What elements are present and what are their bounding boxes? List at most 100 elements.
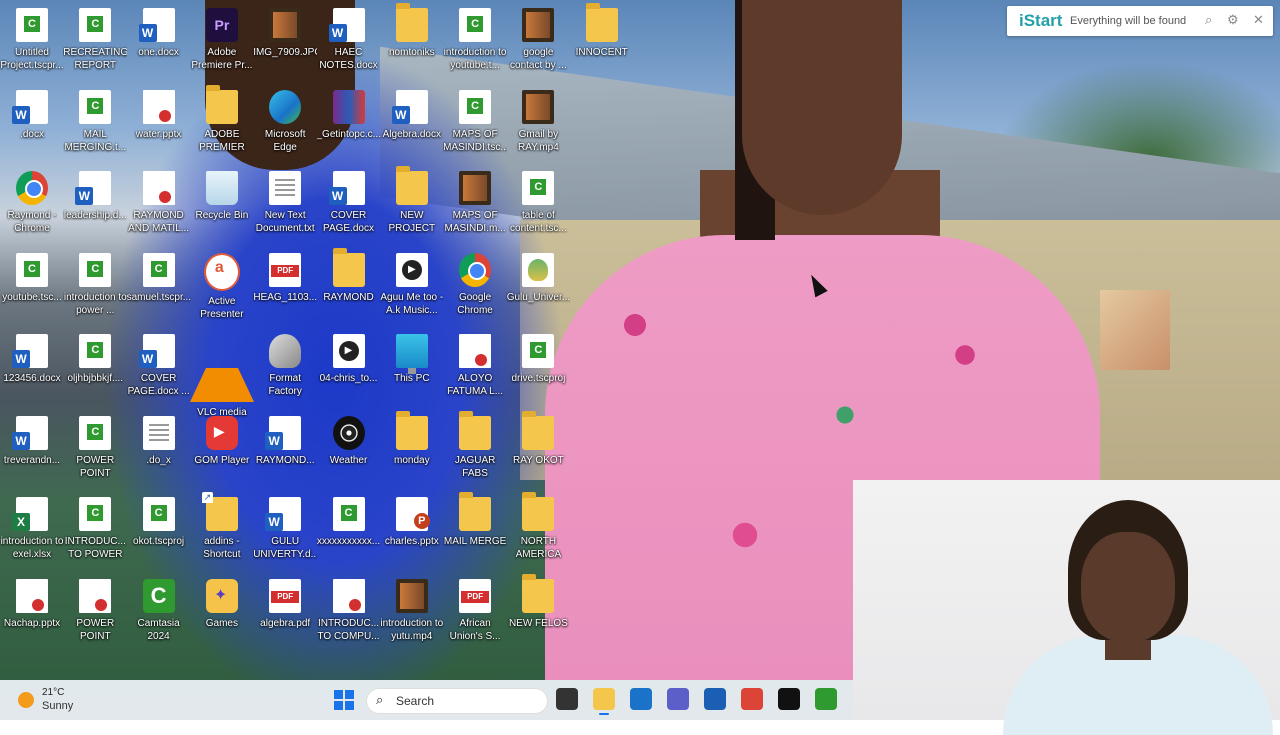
search-icon[interactable]: ⌕ (1205, 12, 1212, 28)
start-button[interactable] (334, 690, 354, 710)
desktop-icon[interactable]: ALOYO FATUMA L... (443, 330, 507, 406)
desktop-icon[interactable]: COVER PAGE.docx (317, 167, 381, 243)
desktop-icon[interactable]: introduction to power ... (63, 249, 127, 325)
weather-widget[interactable]: 21°C Sunny (16, 686, 106, 716)
desktop-icon[interactable]: Weather (317, 412, 381, 488)
desktop-icon-label: This PC (394, 373, 430, 384)
desktop-icon[interactable]: MAIL MERGE (443, 492, 507, 569)
desktop-icon[interactable]: algebra.pdf (253, 575, 317, 651)
desktop-icon[interactable]: treverandn... (0, 412, 64, 488)
desktop-icon[interactable]: ADOBE PREMIER PRO (190, 84, 254, 162)
desktop-icon[interactable]: This PC (380, 330, 444, 406)
desktop-icon[interactable]: GULU UNIVERTY.d... (253, 493, 317, 569)
desktop-icon[interactable]: African Union's S... (443, 575, 507, 651)
gear-icon[interactable]: ⚙ (1227, 12, 1239, 28)
desktop-icon[interactable]: Gulu_Univer... (506, 249, 570, 325)
edge-icon[interactable] (630, 688, 652, 710)
desktop-icon[interactable]: monday (380, 410, 444, 488)
desktop-icon[interactable]: Camtasia 2024 (127, 575, 191, 651)
desktop-icon[interactable]: Format Factory (253, 330, 317, 406)
desktop-icon[interactable]: introduction to yutu.mp4 (380, 575, 444, 651)
desktop-icon-label: POWER POINT PRES... (76, 454, 115, 479)
desktop-icon[interactable]: MAIL MERGING.t... (63, 86, 127, 162)
desktop-icon[interactable]: oljhbjbbkjf.... (63, 330, 127, 406)
desktop-icon[interactable]: okot.tscproj (127, 493, 191, 569)
desktop-icon[interactable]: table of content.tsc... (506, 167, 570, 243)
desktop-icon[interactable]: Google Chrome (443, 249, 507, 325)
desktop-icon[interactable]: INTRODUC... TO COMPU... (317, 575, 381, 651)
desktop-icon[interactable]: COVER PAGE.docx ... (127, 330, 191, 406)
desktop-icon[interactable]: one.docx (127, 4, 191, 80)
desktop-icon[interactable]: Microsoft Edge (253, 86, 317, 162)
desktop-icon[interactable]: RAY OKOT (506, 410, 570, 488)
pdf-file-icon (269, 252, 302, 287)
desktop-icon[interactable]: POWER POINT PRES... (63, 575, 127, 651)
desktop-icon[interactable]: IMG_7909.JPG (253, 4, 317, 80)
desktop-icon[interactable]: introduction to exel.xlsx (0, 493, 64, 569)
desktop-icon[interactable]: MAPS OF MASINDI.tsc... (443, 86, 507, 162)
gom-player-icon (205, 415, 238, 450)
desktop-icon[interactable]: NEW PROJECT (380, 166, 444, 243)
taskbar-search[interactable]: ⌕ Search (366, 688, 548, 714)
desktop-icon[interactable]: VLC media player (189, 330, 254, 431)
desktop-icon[interactable]: HAEC NOTES.docx (317, 4, 381, 80)
desktop-icon[interactable]: leadership.d... (63, 167, 127, 243)
desktop-icon-label: INTRODUC... TO POWER ... (64, 536, 126, 560)
desktop-icon[interactable]: youtube.tsc... (0, 249, 64, 325)
chrome-icon[interactable] (741, 688, 763, 710)
desktop-icon[interactable]: MAPS OF MASINDI.m... (443, 167, 507, 243)
desktop-icon[interactable]: _Getintopc.c... (317, 86, 381, 162)
desktop-icon-label: New Text Document.txt (255, 210, 315, 234)
desktop-icon[interactable]: drive.tscproj (506, 330, 570, 406)
close-icon[interactable]: ✕ (1253, 12, 1264, 28)
pdf-file-icon (269, 578, 302, 613)
desktop-icon-label: .docx (20, 128, 44, 140)
desktop-icon[interactable]: water.pptx (127, 86, 191, 162)
desktop-icon[interactable]: .docx (0, 86, 64, 162)
store-icon[interactable] (704, 688, 726, 710)
desktop-icon[interactable]: New Text Document.txt (253, 167, 317, 243)
teams-icon[interactable] (667, 688, 689, 710)
desktop-icon[interactable]: .do_x (127, 412, 191, 488)
desktop-icon[interactable]: samuel.tscpr... (127, 249, 191, 325)
task-view-icon[interactable] (556, 688, 578, 710)
desktop-icon[interactable]: xxxxxxxxxxx... (317, 493, 381, 569)
desktop-icon[interactable]: RAYMOND AND MATIL... (127, 167, 191, 243)
desktop-icon[interactable]: POWER POINT PRES... (63, 412, 127, 488)
camtasia-file-icon (16, 8, 48, 42)
desktop-icon[interactable]: 123456.docx (0, 330, 64, 406)
desktop-icon[interactable]: Recycle Bin (190, 167, 254, 243)
desktop-icon-label: INNOCENT (575, 47, 628, 58)
desktop-icon[interactable]: RECREATING REPORT CA... (63, 4, 127, 80)
desktop-icon[interactable]: Algebra.docx (380, 86, 444, 162)
istart-search-box[interactable]: iStart Everything will be found ⌕ ⚙ ✕ (1007, 6, 1273, 36)
desktop-icon-label: Games (205, 617, 238, 629)
desktop-icon[interactable]: introduction to youtube.t... (443, 4, 507, 80)
desktop-icon[interactable]: JAGUAR FABS (443, 410, 507, 488)
desktop-icon[interactable]: INNOCENT (570, 3, 634, 80)
desktop-icon[interactable]: RAYMOND... (253, 412, 317, 488)
desktop-icon[interactable]: NORTH AMERICA (506, 492, 570, 569)
desktop-icon[interactable]: Active Presenter (190, 249, 254, 325)
camtasia-icon[interactable] (815, 688, 837, 710)
desktop-icon[interactable]: addins - Shortcut (190, 492, 254, 569)
desktop-icon[interactable]: HEAG_1103... (253, 249, 317, 325)
desktop-icon[interactable]: Games (190, 575, 254, 651)
camtasia-file-icon (79, 8, 112, 42)
desktop-icon[interactable]: Gmail by RAY.mp4 (506, 86, 570, 162)
desktop-icon[interactable]: GOM Player (190, 412, 254, 488)
tiktok-icon[interactable] (778, 688, 800, 710)
desktop-icon[interactable]: Raymond - Chrome (0, 167, 64, 243)
desktop-icon[interactable]: charles.pptx (380, 493, 444, 569)
desktop-icon[interactable]: RAYMOND (317, 247, 381, 325)
desktop-icon[interactable]: NEW FELOS (506, 573, 570, 651)
desktop-icon[interactable]: nomtoniks (380, 3, 444, 80)
desktop-icon[interactable]: Adobe Premiere Pr... (190, 4, 254, 80)
file-explorer-icon[interactable] (593, 688, 615, 715)
desktop-icon[interactable]: google contact by ... (506, 4, 570, 80)
desktop-icon[interactable]: 04-chris_to... (317, 330, 381, 406)
desktop-icon[interactable]: Aguu Me too - A.k Music... (380, 249, 444, 325)
desktop-icon[interactable]: Untitled Project.tscpr... (0, 4, 64, 80)
desktop-icon[interactable]: Nachap.pptx (0, 575, 64, 651)
desktop-icon[interactable]: INTRODUC... TO POWER ... (63, 493, 127, 569)
